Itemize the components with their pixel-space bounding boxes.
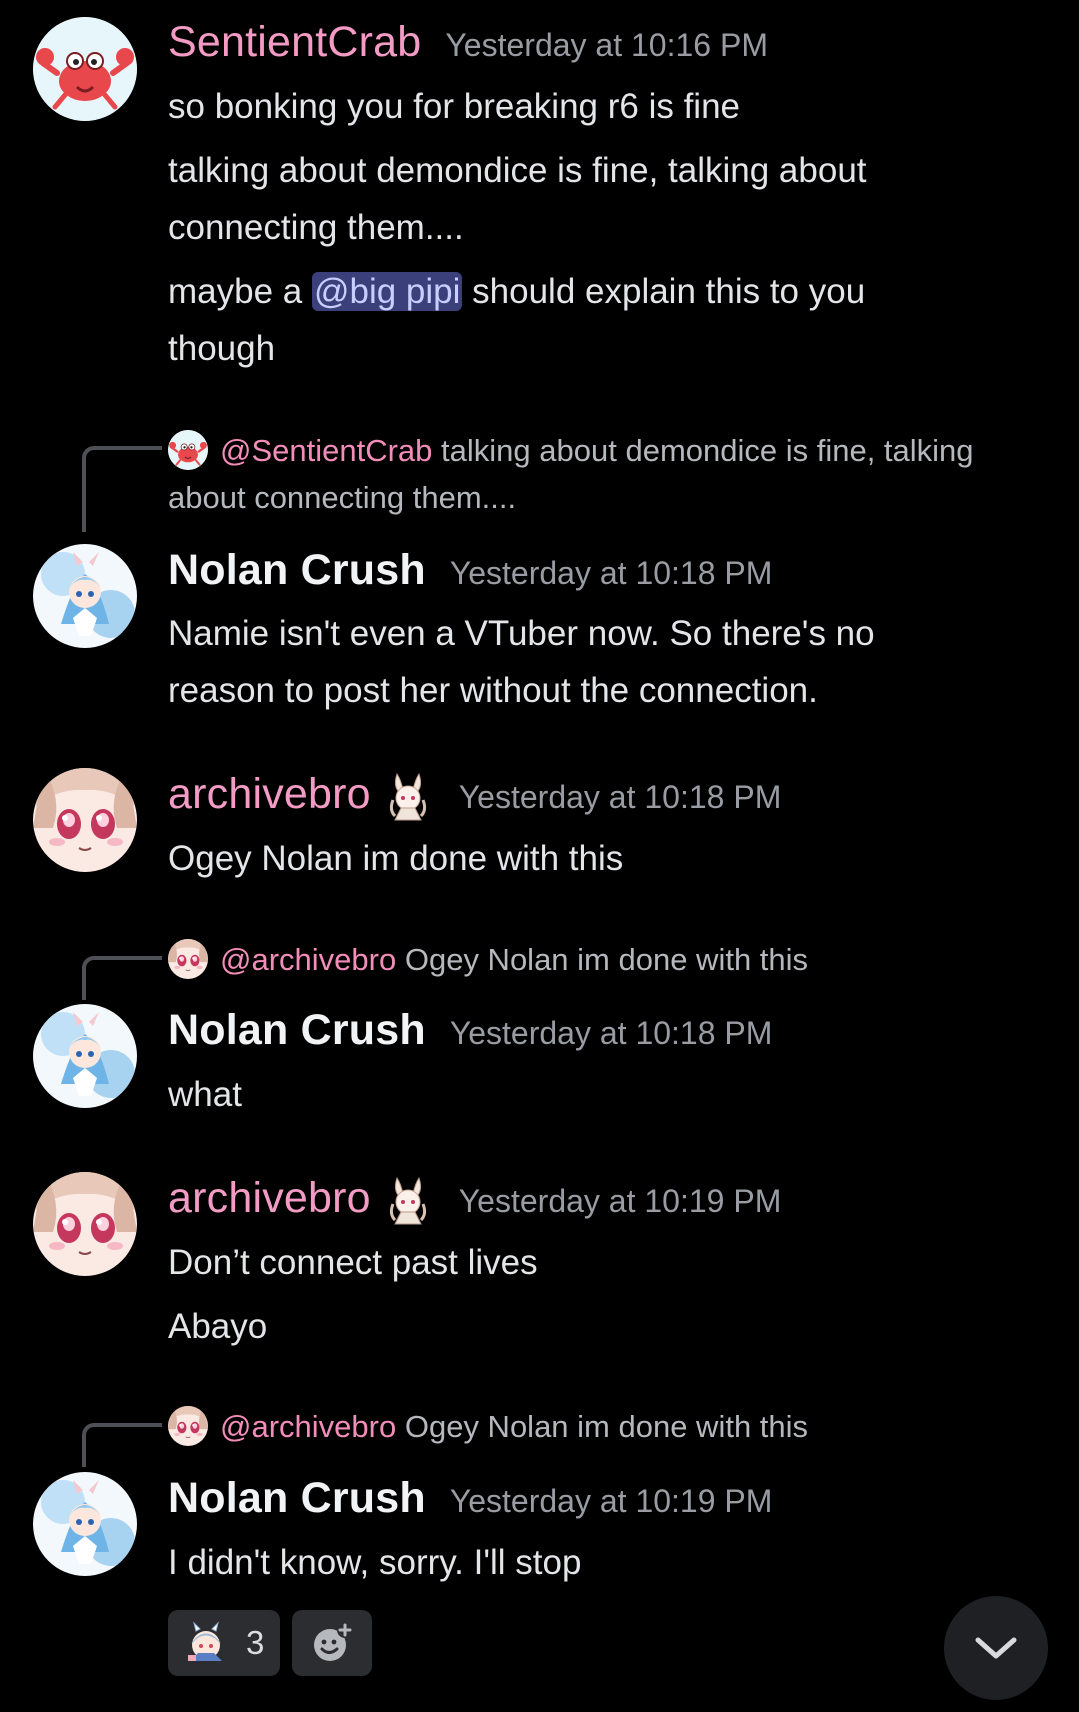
- timestamp[interactable]: Yesterday at 10:18 PM: [459, 779, 782, 816]
- username[interactable]: archivebro: [168, 770, 371, 819]
- bunny-girl-badge-icon: [381, 770, 435, 824]
- pekora-emoji-icon: [188, 1621, 222, 1661]
- anime-face-avatar: [168, 939, 208, 979]
- message-header: Nolan Crush Yesterday at 10:19 PM: [168, 1474, 772, 1523]
- reaction-bar: 3: [168, 1610, 373, 1676]
- username[interactable]: archivebro: [168, 1174, 371, 1223]
- message-text: so bonking you for breaking r6 is fine: [168, 87, 740, 126]
- reply-preview[interactable]: @SentientCrab talking about demondice is…: [168, 427, 1048, 474]
- crab-avatar[interactable]: [33, 17, 137, 121]
- reaction-pekora[interactable]: 3: [168, 1610, 281, 1676]
- anime-girl-blue-avatar[interactable]: [33, 1004, 137, 1108]
- message-text: Ogey Nolan im done with this: [168, 839, 624, 878]
- message-text: reason to post her without the connectio…: [168, 671, 818, 710]
- username[interactable]: Nolan Crush: [168, 1474, 426, 1523]
- message-text: Abayo: [168, 1307, 268, 1346]
- reply-preview[interactable]: @archivebro Ogey Nolan im done with this: [168, 1403, 1048, 1450]
- message-header: archivebro Yesterday at 10:19 PM: [168, 1174, 781, 1228]
- crab-avatar: [168, 430, 208, 470]
- text-after-mention: should explain this to you: [462, 272, 866, 311]
- reply-text: talking about demondice is fine, talking: [441, 433, 974, 468]
- message-header: Nolan Crush Yesterday at 10:18 PM: [168, 1006, 772, 1055]
- timestamp[interactable]: Yesterday at 10:19 PM: [459, 1183, 782, 1220]
- message-text: Don’t connect past lives: [168, 1243, 538, 1282]
- username[interactable]: Nolan Crush: [168, 546, 426, 595]
- anime-face-avatar[interactable]: [33, 768, 137, 872]
- message-text: though: [168, 329, 276, 368]
- reply-text: Ogey Nolan im done with this: [404, 942, 809, 977]
- message-text: what: [168, 1075, 242, 1114]
- username[interactable]: Nolan Crush: [168, 1006, 426, 1055]
- message-text: connecting them....: [168, 208, 464, 247]
- reply-author[interactable]: @SentientCrab: [220, 433, 432, 468]
- reply-author[interactable]: @archivebro: [220, 1409, 396, 1444]
- reaction-count: 3: [246, 1624, 265, 1661]
- anime-face-avatar: [168, 1406, 208, 1446]
- anime-face-avatar[interactable]: [33, 1172, 137, 1276]
- reply-spine: [82, 956, 162, 1000]
- reply-preview[interactable]: @archivebro Ogey Nolan im done with this: [168, 936, 1048, 983]
- message-text: Namie isn't even a VTuber now. So there'…: [168, 614, 875, 653]
- message-header: Nolan Crush Yesterday at 10:18 PM: [168, 546, 772, 595]
- message-text: maybe a @big pipi should explain this to…: [168, 263, 1048, 320]
- text-before-mention: maybe a: [168, 272, 312, 311]
- anime-girl-blue-avatar[interactable]: [33, 544, 137, 648]
- message-text: I didn't know, sorry. I'll stop: [168, 1543, 582, 1582]
- username[interactable]: SentientCrab: [168, 18, 421, 67]
- reply-text-continued: about connecting them....: [168, 480, 517, 515]
- reply-spine: [82, 446, 162, 532]
- message-text: talking about demondice is fine, talking…: [168, 151, 867, 190]
- bunny-girl-badge-icon: [381, 1174, 435, 1228]
- reply-spine: [82, 1423, 162, 1467]
- add-reaction-icon: [314, 1622, 354, 1661]
- timestamp[interactable]: Yesterday at 10:18 PM: [450, 555, 773, 592]
- message-header: archivebro Yesterday at 10:18 PM: [168, 770, 781, 824]
- chat-message-list: SentientCrab Yesterday at 10:16 PM so bo…: [0, 0, 1079, 1712]
- user-mention[interactable]: @big pipi: [311, 272, 463, 311]
- message-header: SentientCrab Yesterday at 10:16 PM: [168, 18, 768, 67]
- anime-girl-blue-avatar[interactable]: [33, 1472, 137, 1576]
- reply-text: Ogey Nolan im done with this: [404, 1409, 809, 1444]
- scroll-to-bottom-button[interactable]: [944, 1596, 1048, 1700]
- add-reaction-button[interactable]: [292, 1610, 373, 1676]
- reply-author[interactable]: @archivebro: [220, 942, 396, 977]
- timestamp[interactable]: Yesterday at 10:19 PM: [450, 1483, 773, 1520]
- timestamp[interactable]: Yesterday at 10:16 PM: [445, 27, 768, 64]
- chevron-down-icon: [975, 1637, 1017, 1659]
- timestamp[interactable]: Yesterday at 10:18 PM: [450, 1015, 773, 1052]
